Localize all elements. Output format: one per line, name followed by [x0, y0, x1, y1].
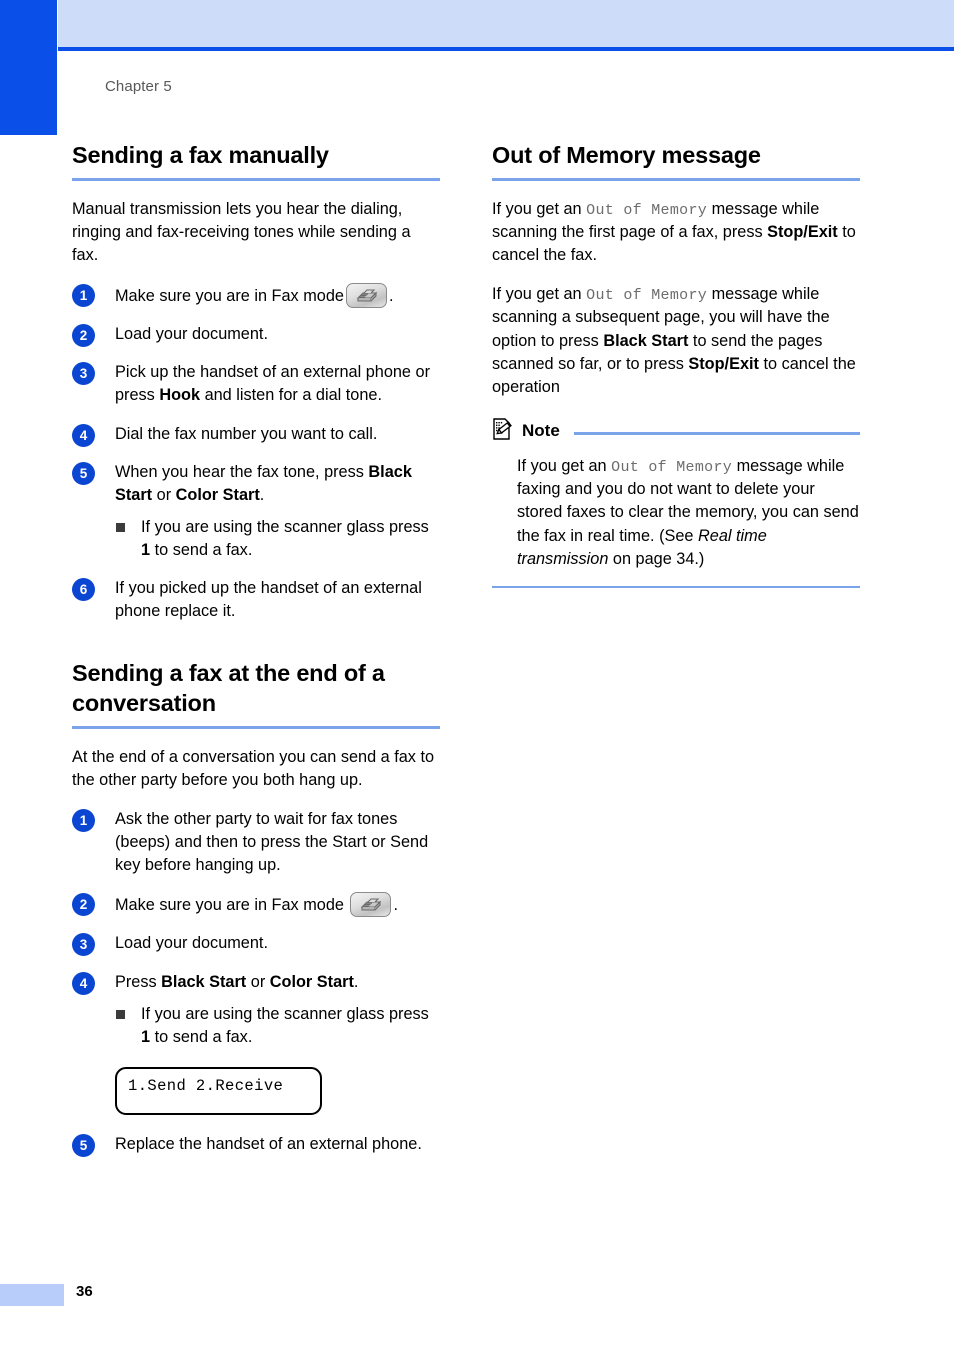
- fax-mode-key-icon: [350, 892, 392, 918]
- step-number: 4: [72, 423, 95, 447]
- paragraph-out-of-memory-subsequent-page: If you get an Out of Memory message whil…: [492, 285, 856, 396]
- substep-text: If you are using the scanner glass press…: [141, 517, 429, 560]
- step-number: 2: [72, 893, 95, 917]
- step-item: 1 Ask the other party to wait for fax to…: [72, 808, 440, 877]
- footer-tab: [0, 1284, 64, 1306]
- note-block: Note If you get an Out of Memory message…: [492, 417, 860, 589]
- note-title: Note: [522, 421, 560, 441]
- step-text: Make sure you are in Fax mode: [115, 286, 344, 305]
- page-header-rule: [58, 47, 954, 51]
- fax-mode-key-icon: [345, 282, 387, 308]
- steps-list: 1 Make sure you are in Fax mode. 2 Load …: [72, 282, 440, 624]
- step-text: Ask the other party to wait for fax tone…: [115, 809, 429, 875]
- substep-text: If you are using the scanner glass press…: [141, 1004, 429, 1046]
- step-item: 4 Press Black Start or Color Start. If y…: [72, 971, 440, 1049]
- square-bullet-icon: [116, 522, 125, 532]
- step-text-tail: .: [388, 286, 394, 305]
- substep-item: If you are using the scanner glass press…: [115, 516, 440, 562]
- step-text: If you picked up the handset of an exter…: [115, 579, 422, 621]
- step-item: 3 Pick up the handset of an external pho…: [72, 361, 440, 407]
- section-title: Sending a fax manually: [72, 142, 329, 168]
- paragraph-out-of-memory-first-page: If you get an Out of Memory message whil…: [492, 199, 856, 264]
- substep-item: If you are using the scanner glass press…: [115, 1003, 440, 1049]
- step-number: 1: [72, 283, 95, 307]
- step-item: 4 Dial the fax number you want to call.: [72, 423, 440, 447]
- section-title-rule: [72, 177, 440, 181]
- step-item: 2 Load your document.: [72, 323, 440, 348]
- substeps-list: If you are using the scanner glass press…: [115, 516, 440, 562]
- note-header: Note: [492, 417, 860, 446]
- step-number: 3: [72, 362, 95, 386]
- step-text: Press Black Start or Color Start.: [115, 972, 359, 991]
- chapter-label: Chapter 5: [105, 78, 172, 95]
- step-text-tail: .: [393, 896, 399, 915]
- section-title: Sending a fax at the end of a conversati…: [72, 659, 385, 717]
- note-footer-rule: [492, 585, 860, 589]
- page-header-band: [58, 0, 954, 47]
- left-column: Sending a fax manually Manual transmissi…: [72, 140, 440, 1171]
- section-sending-a-fax-at-the-end-of-a-conversation: Sending a fax at the end of a conversati…: [72, 658, 440, 1158]
- step-text: When you hear the fax tone, press Black …: [115, 462, 412, 504]
- section-title-rule: [492, 177, 860, 181]
- section-sending-a-fax-manually: Sending a fax manually Manual transmissi…: [72, 140, 440, 624]
- section-title-rule: [72, 725, 440, 729]
- step-number: 5: [72, 1134, 95, 1158]
- step-text: Pick up the handset of an external phone…: [115, 363, 430, 405]
- section-title: Out of Memory message: [492, 142, 761, 168]
- step-item: 6 If you picked up the handset of an ext…: [72, 577, 440, 623]
- step-number: 3: [72, 933, 95, 957]
- section-intro-paragraph: Manual transmission lets you hear the di…: [72, 199, 411, 264]
- steps-list-continued: 5 Replace the handset of an external pho…: [72, 1133, 440, 1158]
- step-text: Make sure you are in Fax mode: [115, 896, 344, 915]
- note-body-text: If you get an Out of Memory message whil…: [517, 456, 859, 568]
- step-item: 1 Make sure you are in Fax mode.: [72, 282, 440, 308]
- step-number: 2: [72, 324, 95, 348]
- square-bullet-icon: [116, 1009, 125, 1019]
- note-header-rule: [573, 432, 860, 435]
- step-number: 5: [72, 461, 95, 485]
- step-item: 3 Load your document.: [72, 932, 440, 957]
- steps-list: 1 Ask the other party to wait for fax to…: [72, 808, 440, 1049]
- step-item: 5 When you hear the fax tone, press Blac…: [72, 461, 440, 563]
- page-number: 36: [76, 1283, 93, 1300]
- step-item: 5 Replace the handset of an external pho…: [72, 1133, 440, 1158]
- step-number: 6: [72, 578, 95, 602]
- step-number: 4: [72, 971, 95, 995]
- lcd-display-box: 1.Send 2.Receive: [115, 1067, 322, 1116]
- chapter-corner-tab: [0, 0, 57, 135]
- note-pencil-paper-icon: [492, 417, 514, 446]
- step-text: Load your document.: [115, 934, 268, 953]
- lcd-display-text: 1.Send 2.Receive: [128, 1077, 284, 1096]
- section-intro-paragraph: At the end of a conversation you can sen…: [72, 747, 435, 789]
- step-number: 1: [72, 808, 95, 832]
- section-out-of-memory-message: Out of Memory message If you get an Out …: [492, 140, 860, 589]
- substeps-list: If you are using the scanner glass press…: [115, 1003, 440, 1049]
- step-text: Dial the fax number you want to call.: [115, 424, 378, 443]
- step-text: Replace the handset of an external phone…: [115, 1135, 422, 1154]
- step-text: Load your document.: [115, 325, 268, 344]
- right-column: Out of Memory message If you get an Out …: [492, 140, 860, 589]
- step-item: 2 Make sure you are in Fax mode .: [72, 892, 440, 918]
